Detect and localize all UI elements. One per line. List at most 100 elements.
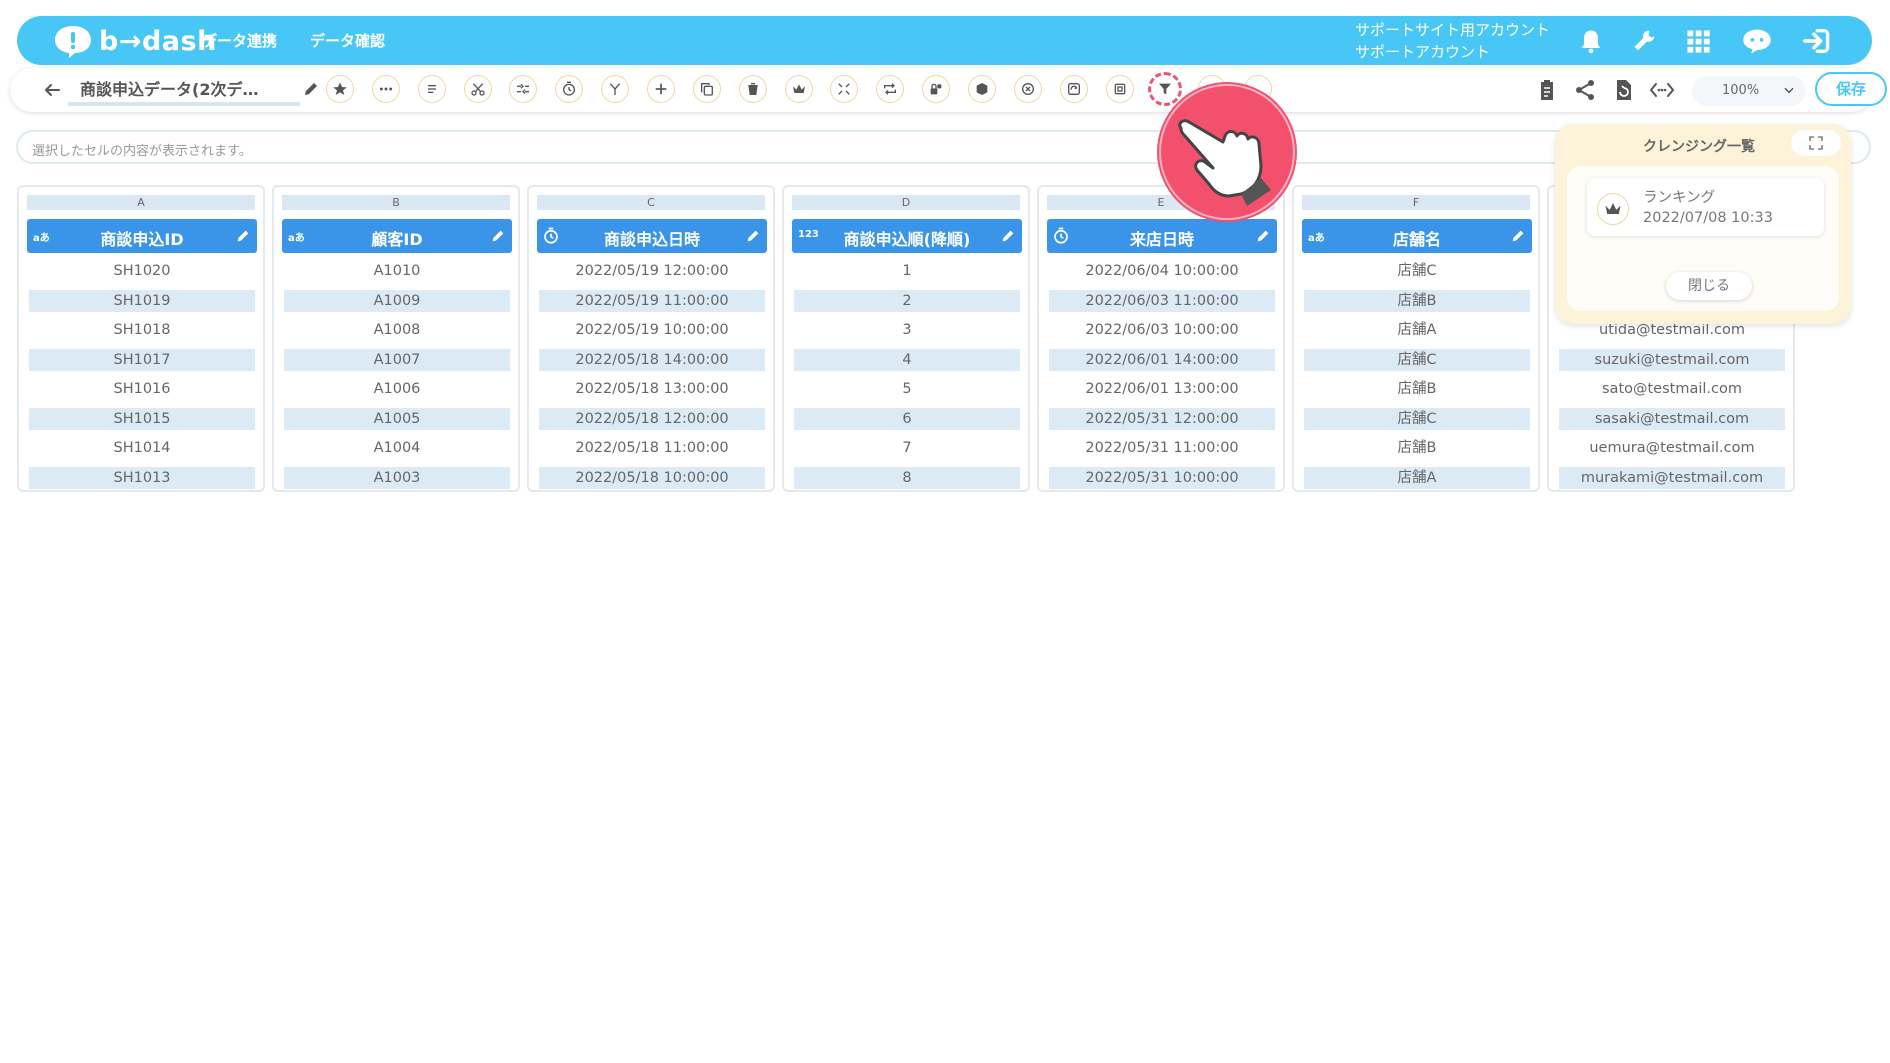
back-arrow-icon[interactable] [40,78,64,102]
table-cell[interactable]: SH1016 [29,378,255,400]
wrench-icon[interactable] [1631,27,1659,55]
column-letter[interactable]: D [792,195,1020,210]
table-cell[interactable]: 7 [794,437,1020,459]
edit-column-icon[interactable] [490,228,506,244]
table-cell[interactable]: 店舗A [1304,319,1530,341]
split-icon[interactable] [601,75,629,103]
chat-bubble-icon[interactable] [1741,27,1773,55]
column-header[interactable]: aあ 商談申込ID [27,219,257,253]
column-header[interactable]: 商談申込日時 [537,219,767,253]
table-cell[interactable]: 店舗A [1304,466,1530,489]
table-cell[interactable]: 2022/06/03 10:00:00 [1049,319,1275,341]
table-cell[interactable]: 2022/05/19 10:00:00 [539,319,765,341]
cleansing-item[interactable]: ランキング 2022/07/08 10:33 [1587,178,1824,236]
edit-column-icon[interactable] [1255,228,1271,244]
share-icon[interactable] [1573,78,1597,102]
table-cell[interactable]: A1005 [284,407,510,430]
table-cell[interactable]: suzuki@testmail.com [1559,348,1785,371]
refresh-convert-icon[interactable] [1060,75,1088,103]
scissors-icon[interactable] [464,75,492,103]
table-cell[interactable]: uemura@testmail.com [1559,437,1785,459]
table-cell[interactable]: A1006 [284,378,510,400]
table-cell[interactable]: A1004 [284,437,510,459]
table-cell[interactable]: SH1017 [29,348,255,371]
expand-button[interactable] [1791,130,1841,156]
bdash-logo[interactable]: b→dash [53,24,217,58]
table-cell[interactable]: SH1013 [29,466,255,489]
square-icon[interactable] [1106,75,1134,103]
table-cell[interactable]: SH1019 [29,289,255,312]
table-cell[interactable]: SH1018 [29,319,255,341]
table-cell[interactable]: 店舗B [1304,378,1530,400]
reload-doc-icon[interactable] [1611,78,1635,102]
table-cell[interactable]: 店舗C [1304,260,1530,282]
table-cell[interactable]: SH1015 [29,407,255,430]
bell-icon[interactable] [1577,27,1605,55]
column-letter[interactable]: F [1302,195,1530,210]
table-cell[interactable]: SH1020 [29,260,255,282]
table-cell[interactable]: 4 [794,348,1020,371]
table-cell[interactable]: 2022/05/31 10:00:00 [1049,466,1275,489]
table-cell[interactable]: 2022/06/04 10:00:00 [1049,260,1275,282]
plus-icon[interactable] [647,75,675,103]
nav-data-link[interactable]: データ連携 [202,30,277,51]
document-title[interactable]: 商談申込データ(2次デ… [80,76,298,100]
lock-convert-icon[interactable] [922,75,950,103]
table-cell[interactable]: 2022/05/31 11:00:00 [1049,437,1275,459]
column-letter[interactable]: A [27,195,255,210]
column-header[interactable]: 来店日時 [1047,219,1277,253]
table-cell[interactable]: A1007 [284,348,510,371]
table-cell[interactable]: 3 [794,319,1020,341]
merge-columns-icon[interactable] [509,75,537,103]
edit-column-icon[interactable] [235,228,251,244]
nav-data-check[interactable]: データ確認 [310,30,385,51]
close-button[interactable]: 閉じる [1666,272,1752,300]
table-cell[interactable]: 8 [794,466,1020,489]
copy-icon[interactable] [693,75,721,103]
cancel-circle-icon[interactable] [1014,75,1042,103]
table-cell[interactable]: 2022/05/19 11:00:00 [539,289,765,312]
table-cell[interactable]: 2022/06/01 14:00:00 [1049,348,1275,371]
text-lines-icon[interactable] [418,75,446,103]
repeat-icon[interactable] [876,75,904,103]
table-cell[interactable]: 2022/05/31 12:00:00 [1049,407,1275,430]
shrink-icon[interactable] [830,75,858,103]
column-header[interactable]: aあ 顧客ID [282,219,512,253]
column-header[interactable]: aあ 店舗名 [1302,219,1532,253]
table-cell[interactable]: 2022/05/18 14:00:00 [539,348,765,371]
table-cell[interactable]: 2022/05/18 12:00:00 [539,407,765,430]
table-cell[interactable]: 2 [794,289,1020,312]
table-cell[interactable]: SH1014 [29,437,255,459]
column-letter[interactable]: C [537,195,765,210]
edit-column-icon[interactable] [1510,228,1526,244]
edit-column-icon[interactable] [1000,228,1016,244]
table-cell[interactable]: 6 [794,407,1020,430]
table-cell[interactable]: 店舗B [1304,437,1530,459]
code-icon[interactable] [1649,78,1675,102]
table-cell[interactable]: 2022/05/18 13:00:00 [539,378,765,400]
crown-icon[interactable] [785,75,813,103]
table-cell[interactable]: 2022/05/18 10:00:00 [539,466,765,489]
table-cell[interactable]: 5 [794,378,1020,400]
table-cell[interactable]: sasaki@testmail.com [1559,407,1785,430]
table-cell[interactable]: 店舗C [1304,407,1530,430]
table-cell[interactable]: 店舗B [1304,289,1530,312]
table-cell[interactable]: 1 [794,260,1020,282]
clock-icon[interactable] [555,75,583,103]
column-letter[interactable]: B [282,195,510,210]
table-cell[interactable]: A1010 [284,260,510,282]
save-button[interactable]: 保存 [1815,72,1887,106]
table-cell[interactable]: 2022/05/19 12:00:00 [539,260,765,282]
zoom-select[interactable]: 100% [1692,76,1806,106]
account-info[interactable]: サポートサイト用アカウント サポートアカウント [1355,19,1550,63]
table-cell[interactable]: A1003 [284,466,510,489]
table-cell[interactable]: 2022/05/18 11:00:00 [539,437,765,459]
star-icon[interactable] [326,75,354,103]
more-dots-icon[interactable] [372,75,400,103]
table-cell[interactable]: A1009 [284,289,510,312]
edit-column-icon[interactable] [745,228,761,244]
table-cell[interactable]: 2022/06/03 11:00:00 [1049,289,1275,312]
edit-title-icon[interactable] [302,80,320,98]
trash-icon[interactable] [739,75,767,103]
table-cell[interactable]: A1008 [284,319,510,341]
